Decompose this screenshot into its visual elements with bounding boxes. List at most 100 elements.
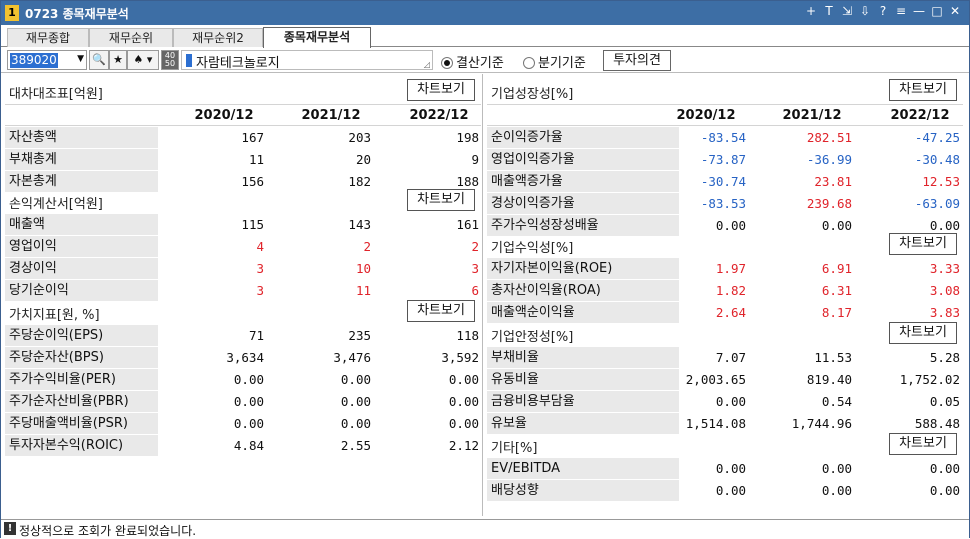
star-icon[interactable]: ★: [109, 50, 127, 70]
row-label: 투자자본수익(ROIC): [5, 435, 158, 456]
cell-value: 0.00: [340, 394, 371, 409]
cell-value: 0.00: [821, 483, 852, 498]
row-label: 경상이익: [5, 258, 158, 279]
add-icon[interactable]: +: [805, 4, 817, 18]
row-label: 매출액: [5, 214, 158, 235]
cell-value: 0.54: [821, 394, 852, 409]
chart-view-button[interactable]: 차트보기: [407, 79, 475, 101]
search-icon[interactable]: 🔍: [89, 50, 109, 70]
cell-value: 8.17: [821, 305, 852, 320]
spade-dropdown-icon[interactable]: ♠ ▾: [127, 50, 159, 70]
table-row: 경상이익증가율 -83.53 239.68 -63.09: [487, 193, 963, 215]
table-row: 순이익증가율 -83.54 282.51 -47.25: [487, 127, 963, 149]
cell-value: 161: [456, 217, 479, 232]
cell-value: 0.00: [715, 461, 746, 476]
radio-checked-icon: [441, 57, 453, 69]
year-header: 2020/12: [194, 108, 254, 123]
company-name: 자람테크놀로지: [196, 56, 280, 71]
tab-finance-rank2[interactable]: 재무순위2: [173, 28, 263, 47]
table-row: 부채총계 11 20 9: [5, 149, 481, 171]
cell-value: 156: [241, 174, 264, 189]
year-header: 2021/12: [782, 108, 842, 123]
table-row: 총자산이익율(ROA) 1.82 6.31 3.08: [487, 280, 963, 302]
cell-value: 115: [241, 217, 264, 232]
cell-value: 282.51: [806, 130, 852, 145]
compare-4050-button[interactable]: 40 50: [161, 50, 179, 70]
chevron-down-icon[interactable]: ▼: [77, 54, 84, 64]
tab-finance-rank[interactable]: 재무순위: [89, 28, 173, 47]
alert-icon: !: [4, 522, 16, 535]
cell-value: 118: [456, 328, 479, 343]
cell-value: 143: [348, 217, 371, 232]
company-name-field[interactable]: 자람테크놀로지 ◿: [181, 50, 433, 71]
table-row: 주가수익비율(PER) 0.00 0.00 0.00: [5, 369, 481, 391]
chart-view-button[interactable]: 차트보기: [889, 79, 957, 101]
cell-value: 1.82: [715, 283, 746, 298]
cell-value: 23.81: [814, 174, 852, 189]
panel-divider: [482, 74, 483, 516]
table-row: EV/EBITDA 0.00 0.00 0.00: [487, 458, 963, 480]
cell-value: 0.00: [448, 372, 479, 387]
maximize-icon[interactable]: □: [931, 4, 943, 18]
investment-opinion-button[interactable]: 투자의견: [603, 50, 671, 71]
table-row: 영업이익증가율 -73.87 -36.99 -30.48: [487, 149, 963, 171]
title-bar: 1 0723 종목재무분석 + T ⇲ ⇩ ? ≡ — □ ✕: [1, 1, 969, 25]
row-label: 자본총계: [5, 171, 158, 192]
cell-value: 3,592: [441, 350, 479, 365]
cell-value: 3: [256, 261, 264, 276]
cell-value: 1,514.08: [685, 416, 746, 431]
close-icon[interactable]: ✕: [949, 4, 961, 18]
radio-annual-label: 결산기준: [456, 56, 504, 71]
tab-finance-summary[interactable]: 재무종합: [7, 28, 89, 47]
table-row: 매출액 115 143 161: [5, 214, 481, 236]
chart-view-button[interactable]: 차트보기: [889, 433, 957, 455]
cell-value: 20: [355, 152, 371, 167]
tab-stock-analysis[interactable]: 종목재무분석: [263, 27, 371, 48]
cell-value: 1.97: [715, 261, 746, 276]
cell-value: 12.53: [922, 174, 960, 189]
cell-value: 2,003.65: [685, 372, 746, 387]
help-icon[interactable]: ?: [877, 4, 889, 18]
cell-value: 0.00: [340, 416, 371, 431]
chart-view-button[interactable]: 차트보기: [407, 189, 475, 211]
cell-value: 0.00: [448, 394, 479, 409]
chart-view-button[interactable]: 차트보기: [407, 300, 475, 322]
cell-value: -30.74: [700, 174, 746, 189]
table-row: 유동비율 2,003.65 819.40 1,752.02: [487, 369, 963, 391]
resize-corner-icon: ◿: [423, 60, 430, 69]
cell-value: 1,752.02: [899, 372, 960, 387]
cell-value: 0.00: [715, 483, 746, 498]
radio-quarterly[interactable]: 분기기준: [523, 52, 586, 71]
row-label: 자산총액: [5, 127, 158, 148]
cell-value: 0.00: [448, 416, 479, 431]
cell-value: 5.28: [929, 350, 960, 365]
section-title: 가치지표[원, %]: [9, 308, 100, 323]
cell-value: 2.12: [448, 438, 479, 453]
cell-value: 3: [256, 283, 264, 298]
cell-value: -47.25: [914, 130, 960, 145]
download-icon[interactable]: ⇩: [859, 4, 871, 18]
cell-value: 11.53: [814, 350, 852, 365]
radio-quarterly-label: 분기기준: [538, 56, 586, 71]
year-header: 2021/12: [301, 108, 361, 123]
section-title: 기업수익성[%]: [491, 241, 574, 256]
table-row: 주당매출액비율(PSR) 0.00 0.00 0.00: [5, 413, 481, 435]
link-icon[interactable]: ⇲: [841, 4, 853, 18]
radio-annual[interactable]: 결산기준: [441, 52, 504, 71]
section-title: 기업안정성[%]: [491, 330, 574, 345]
cell-value: 0.00: [233, 394, 264, 409]
chart-view-button[interactable]: 차트보기: [889, 322, 957, 344]
chart-view-button[interactable]: 차트보기: [889, 233, 957, 255]
text-icon[interactable]: T: [823, 4, 835, 18]
year-header: 2022/12: [409, 108, 469, 123]
cell-value: 0.00: [715, 218, 746, 233]
year-header: 2022/12: [890, 108, 950, 123]
menu-icon[interactable]: ≡: [895, 4, 907, 18]
cell-value: 4: [256, 239, 264, 254]
year-header-row: 2020/12 2021/12 2022/12: [5, 104, 481, 126]
minimize-icon[interactable]: —: [913, 4, 925, 18]
cell-value: 0.00: [929, 483, 960, 498]
stock-code-input[interactable]: 389020 ▼: [7, 50, 87, 70]
cell-value: 0.00: [821, 218, 852, 233]
row-label: 주당매출액비율(PSR): [5, 413, 158, 434]
